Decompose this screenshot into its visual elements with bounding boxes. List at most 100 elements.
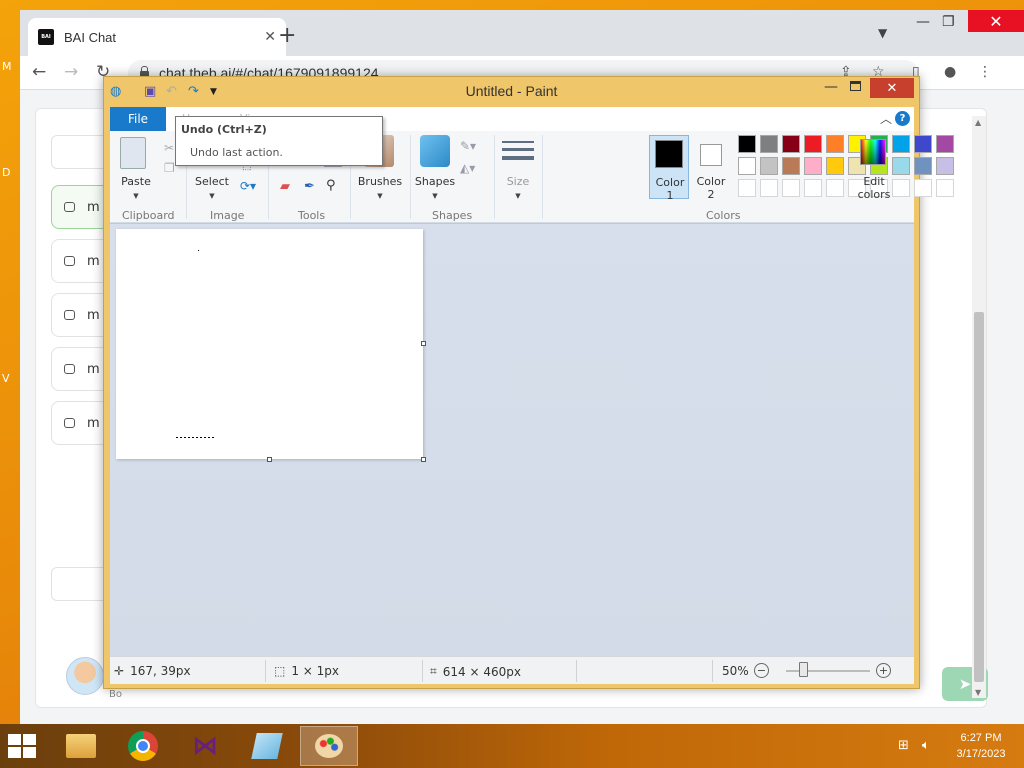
undo-tooltip: Undo (Ctrl+Z) Undo last action. (175, 116, 383, 166)
chat-list-item[interactable]: m (51, 347, 111, 391)
minimize-button[interactable]: — (824, 79, 838, 95)
start-button[interactable] (8, 734, 38, 758)
notepad-taskbar-button[interactable] (238, 726, 296, 766)
palette-swatch[interactable] (826, 179, 844, 197)
palette-swatch[interactable] (760, 135, 778, 153)
palette-swatch[interactable] (782, 135, 800, 153)
shapes-icon[interactable] (420, 135, 450, 167)
image-size-icon: ⌗ (430, 664, 437, 678)
minimize-button[interactable]: — (916, 14, 930, 30)
paste-icon[interactable] (120, 137, 146, 169)
shapes-button[interactable]: Shapes ▼ (412, 175, 458, 201)
color2-swatch[interactable] (700, 144, 722, 166)
color1-button[interactable]: Color 1 (649, 135, 689, 202)
palette-swatch[interactable] (738, 179, 756, 197)
size-button[interactable]: Size ▼ (500, 175, 536, 201)
scroll-up-icon[interactable]: ▲ (975, 118, 981, 127)
zoom-slider-thumb[interactable] (799, 662, 808, 677)
avatar[interactable] (66, 657, 104, 695)
zoom-in-button[interactable]: + (876, 663, 891, 678)
palette-swatch[interactable] (760, 179, 778, 197)
color1-number: 1 (666, 189, 674, 202)
back-arrow-icon[interactable]: ← (32, 62, 46, 82)
brushes-button[interactable]: Brushes ▼ (356, 175, 404, 201)
paste-button[interactable]: Paste ▼ (116, 175, 156, 201)
tooltip-description: Undo last action. (190, 146, 283, 159)
file-explorer-taskbar-button[interactable] (52, 726, 110, 766)
palette-swatch[interactable] (782, 157, 800, 175)
palette-swatch[interactable] (936, 135, 954, 153)
tab-close-icon[interactable]: ✕ (264, 29, 276, 45)
volume-icon[interactable]: 🔈︎ (922, 738, 930, 753)
new-tab-button[interactable]: + (278, 23, 296, 48)
palette-swatch[interactable] (892, 157, 910, 175)
chevron-up-icon[interactable]: ︿ (880, 110, 892, 127)
outline-icon[interactable]: ✎▾ (460, 139, 476, 153)
eraser-icon[interactable]: ▰ (280, 179, 290, 194)
chrome-taskbar-button[interactable] (114, 726, 172, 766)
divider (494, 135, 495, 219)
rotate-icon[interactable]: ⟳▾ (240, 179, 256, 193)
color2-button[interactable]: Color 2 (691, 175, 731, 201)
chat-icon (64, 310, 75, 320)
palette-swatch[interactable] (760, 157, 778, 175)
palette-swatch[interactable] (804, 135, 822, 153)
forward-arrow-icon[interactable]: → (64, 62, 78, 82)
chat-list-item[interactable]: m (51, 401, 111, 445)
browser-tab[interactable]: BAI BAI Chat ✕ (28, 18, 286, 56)
edit-colors-button[interactable]: Edit colors (852, 175, 896, 201)
scrollbar-thumb[interactable] (974, 312, 984, 682)
resize-handle[interactable] (421, 457, 426, 462)
palette-swatch[interactable] (804, 157, 822, 175)
chat-input-box[interactable] (51, 567, 111, 601)
drawing-canvas[interactable] (116, 229, 423, 459)
scroll-down-icon[interactable]: ▼ (975, 688, 981, 697)
select-button[interactable]: Select ▼ (192, 175, 232, 201)
color2-label: Color (696, 175, 726, 188)
palette-swatch[interactable] (826, 135, 844, 153)
palette-swatch[interactable] (914, 179, 932, 197)
maximize-button[interactable] (850, 81, 861, 91)
status-bar: ✛ 167, 39px ⬚ 1 × 1px ⌗ 614 × 460px 50% … (110, 656, 914, 684)
palette-swatch[interactable] (936, 179, 954, 197)
palette-swatch[interactable] (914, 135, 932, 153)
maximize-button[interactable]: ❐ (942, 14, 955, 30)
network-icon[interactable]: ⊞ (898, 738, 909, 753)
palette-swatch[interactable] (738, 135, 756, 153)
palette-swatch[interactable] (782, 179, 800, 197)
chat-list-item[interactable]: m (51, 185, 111, 229)
palette-swatch[interactable] (804, 179, 822, 197)
visual-studio-icon: ⋈ (192, 731, 218, 761)
palette-swatch[interactable] (914, 157, 932, 175)
file-menu[interactable]: File (110, 107, 166, 131)
favicon: BAI (38, 29, 54, 45)
chat-list-item[interactable]: m (51, 239, 111, 283)
palette-swatch[interactable] (738, 157, 756, 175)
fill-shape-icon[interactable]: ◭▾ (460, 161, 475, 175)
profile-icon[interactable]: ● (944, 64, 956, 80)
palette-swatch[interactable] (826, 157, 844, 175)
cut-icon[interactable]: ✂ (164, 141, 174, 155)
zoom-out-button[interactable]: − (754, 663, 769, 678)
chevron-down-icon[interactable]: ▼ (878, 26, 887, 40)
menu-kebab-icon[interactable]: ⋮ (978, 64, 992, 80)
cursor-position-value: 167, 39px (130, 664, 191, 678)
copy-icon[interactable]: ❐ (164, 161, 175, 175)
visual-studio-taskbar-button[interactable]: ⋈ (176, 726, 234, 766)
edit-colors-icon[interactable] (860, 139, 886, 165)
resize-handle[interactable] (267, 457, 272, 462)
tab-title: BAI Chat (64, 29, 117, 45)
close-button[interactable]: ✕ (968, 10, 1024, 32)
palette-swatch[interactable] (892, 135, 910, 153)
palette-swatch[interactable] (936, 157, 954, 175)
paint-taskbar-button[interactable] (300, 726, 358, 766)
color-picker-icon[interactable]: ✒ (304, 179, 315, 194)
new-chat-box[interactable] (51, 135, 111, 169)
chat-list-item[interactable]: m (51, 293, 111, 337)
resize-handle[interactable] (421, 341, 426, 346)
clock[interactable]: 6:27 PM 3/17/2023 (946, 730, 1016, 762)
help-icon[interactable]: ? (895, 111, 910, 126)
paint-titlebar: ◍ ▣ ↶ ↷ ▼ Untitled - Paint — ✕ (104, 77, 919, 105)
close-button[interactable]: ✕ (870, 78, 914, 98)
magnifier-icon[interactable]: ⚲ (326, 178, 336, 193)
